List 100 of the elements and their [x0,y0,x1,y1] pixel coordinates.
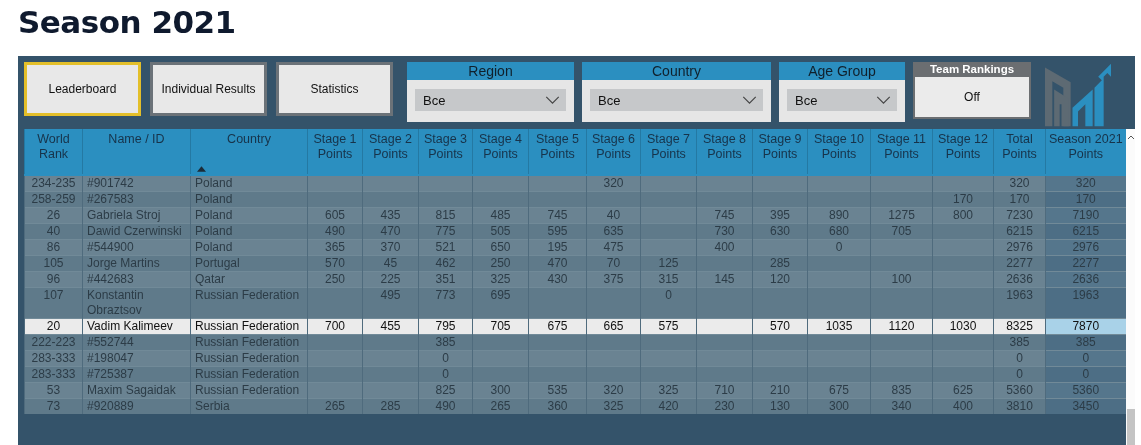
table-cell: Russian Federation [190,318,308,335]
table-cell: 225 [362,271,419,288]
table-row[interactable]: 53 Maxim Sagaidak Russian Federation 825 300 535 320 325 710 210 675 835 625 5360 5360 [24,382,1126,399]
column-header[interactable]: Stage 12 Points [932,129,994,175]
table-cell: 773 [418,287,473,319]
column-header[interactable]: Stage 7 Points [640,129,697,175]
table-cell: 700 [307,318,363,335]
table-cell: 650 [472,239,529,256]
table-row[interactable]: 222-223 #552744 Russian Federation 385 385 385 [24,334,1126,351]
table-cell: Dawid Czerwinski [82,223,191,240]
column-header[interactable]: Stage 3 Points [418,129,473,175]
table-cell: 2976 [993,239,1046,256]
table-cell: 96 [24,271,83,288]
table-cell: 40 [24,223,83,240]
table-cell: 815 [418,207,473,224]
table-cell: 0 [640,287,697,319]
column-header[interactable]: Stage 5 Points [528,129,587,175]
table-cell: #198047 [82,350,191,367]
scroll-up-icon[interactable] [1126,134,1135,140]
table-cell: 320 [586,382,641,399]
column-header[interactable]: Stage 10 Points [807,129,871,175]
table-cell: 86 [24,239,83,256]
table-cell: 300 [807,398,871,414]
table-cell: 495 [362,287,419,319]
table-row[interactable]: 26 Gabriela Stroj Poland 605 435 815 485 745 40 745 395 890 1275 800 7230 7190 [24,207,1126,224]
table-cell: 300 [472,382,529,399]
column-header[interactable]: Country [190,129,308,175]
table-cell: 45 [362,255,419,272]
table-cell: 385 [418,334,473,351]
table-cell: 730 [696,223,753,240]
table-row[interactable]: 283-333 #198047 Russian Federation 0 0 0 [24,350,1126,367]
dropdown[interactable]: Все [590,89,763,111]
table-cell: 340 [870,398,933,414]
table-cell: 3810 [993,398,1046,414]
table-row[interactable]: 20 Vadim Kalimeev Russian Federation 700 455 795 705 675 665 575 570 1035 1120 1030 8325 7870 [24,318,1126,335]
table-cell: 2277 [993,255,1046,272]
column-header[interactable]: Name / ID [82,129,191,175]
column-header[interactable]: Stage 11 Points [870,129,933,175]
table-row[interactable]: 258-259 #267583 Poland 170 170 170 [24,191,1126,208]
table-cell: 265 [472,398,529,414]
table-row[interactable]: 107 Konstantin Obraztsov Russian Federation 495 773 695 0 1963 1963 [24,287,1126,319]
table-cell: 20 [24,318,83,335]
table-cell: 1030 [932,318,994,335]
table-cell: 325 [640,382,697,399]
table-cell: 0 [1045,366,1126,383]
table-cell: 375 [586,271,641,288]
table-cell: 695 [472,287,529,319]
table-cell: 0 [1045,350,1126,367]
table-cell: 1963 [993,287,1046,319]
table-cell: #267583 [82,191,191,208]
table-cell: 258-259 [24,191,83,208]
table-cell: 365 [307,239,363,256]
table-cell: 325 [586,398,641,414]
column-header[interactable]: Stage 2 Points [362,129,419,175]
table-row[interactable]: 86 #544900 Poland 365 370 521 650 195 475 400 0 2976 2976 [24,239,1126,256]
toggle-button[interactable]: Off [915,77,1029,117]
table-row[interactable]: 234-235 #901742 Poland 320 320 320 [24,175,1126,192]
column-header[interactable]: Stage 8 Points [696,129,753,175]
table-cell: 2277 [1045,255,1126,272]
table-row[interactable]: 105 Jorge Martins Portugal 570 45 462 250 470 70 125 285 2277 2277 [24,255,1126,272]
table-cell: 170 [1045,191,1126,208]
table-cell: #920889 [82,398,191,414]
table-row[interactable]: 283-333 #725387 Russian Federation 0 0 0 [24,366,1126,383]
table-cell: 595 [528,223,587,240]
column-header[interactable]: Season 2021 Points [1045,129,1126,175]
column-header[interactable]: Stage 6 Points [586,129,641,175]
table-cell: 795 [418,318,473,335]
table-cell: 710 [696,382,753,399]
dropdown[interactable]: Все [415,89,566,111]
nav-button[interactable]: Statistics [276,62,393,116]
table-cell: 505 [472,223,529,240]
nav-button[interactable]: Leaderboard [24,62,141,116]
table-row[interactable]: 96 #442683 Qatar 250 225 351 325 430 375 315 145 120 100 2636 2636 [24,271,1126,288]
chevron-down-icon [742,96,757,104]
table-row[interactable]: 73 #920889 Serbia 265 285 490 265 360 325 420 230 130 300 340 400 3810 3450 [24,398,1126,414]
scrollbar-thumb[interactable] [1126,409,1135,445]
table-cell: 100 [870,271,933,288]
dropdown[interactable]: Все [787,89,897,111]
column-header[interactable]: Total Points [993,129,1046,175]
table-cell: 230 [696,398,753,414]
table-cell: Poland [190,191,308,208]
scrollbar[interactable] [1125,129,1135,445]
toggle-label: Team Rankings [928,62,1016,76]
column-header[interactable]: Stage 1 Points [307,129,363,175]
table-cell: 890 [807,207,871,224]
table-row[interactable]: 40 Dawid Czerwinski Poland 490 470 775 505 595 635 730 630 680 705 6215 6215 [24,223,1126,240]
table-cell: 435 [362,207,419,224]
table-cell: Vadim Kalimeev [82,318,191,335]
table-cell: 0 [807,239,871,256]
table-cell: 351 [418,271,473,288]
chevron-down-icon [876,96,891,104]
column-header[interactable]: Stage 4 Points [472,129,529,175]
table-cell: 680 [807,223,871,240]
table-cell: 3450 [1045,398,1126,414]
column-header[interactable]: World Rank [24,129,83,175]
nav-button[interactable]: Individual Results [150,62,267,116]
table-cell: 745 [696,207,753,224]
filter-label: Region [407,62,574,80]
column-header[interactable]: Stage 9 Points [752,129,808,175]
table-cell: 53 [24,382,83,399]
